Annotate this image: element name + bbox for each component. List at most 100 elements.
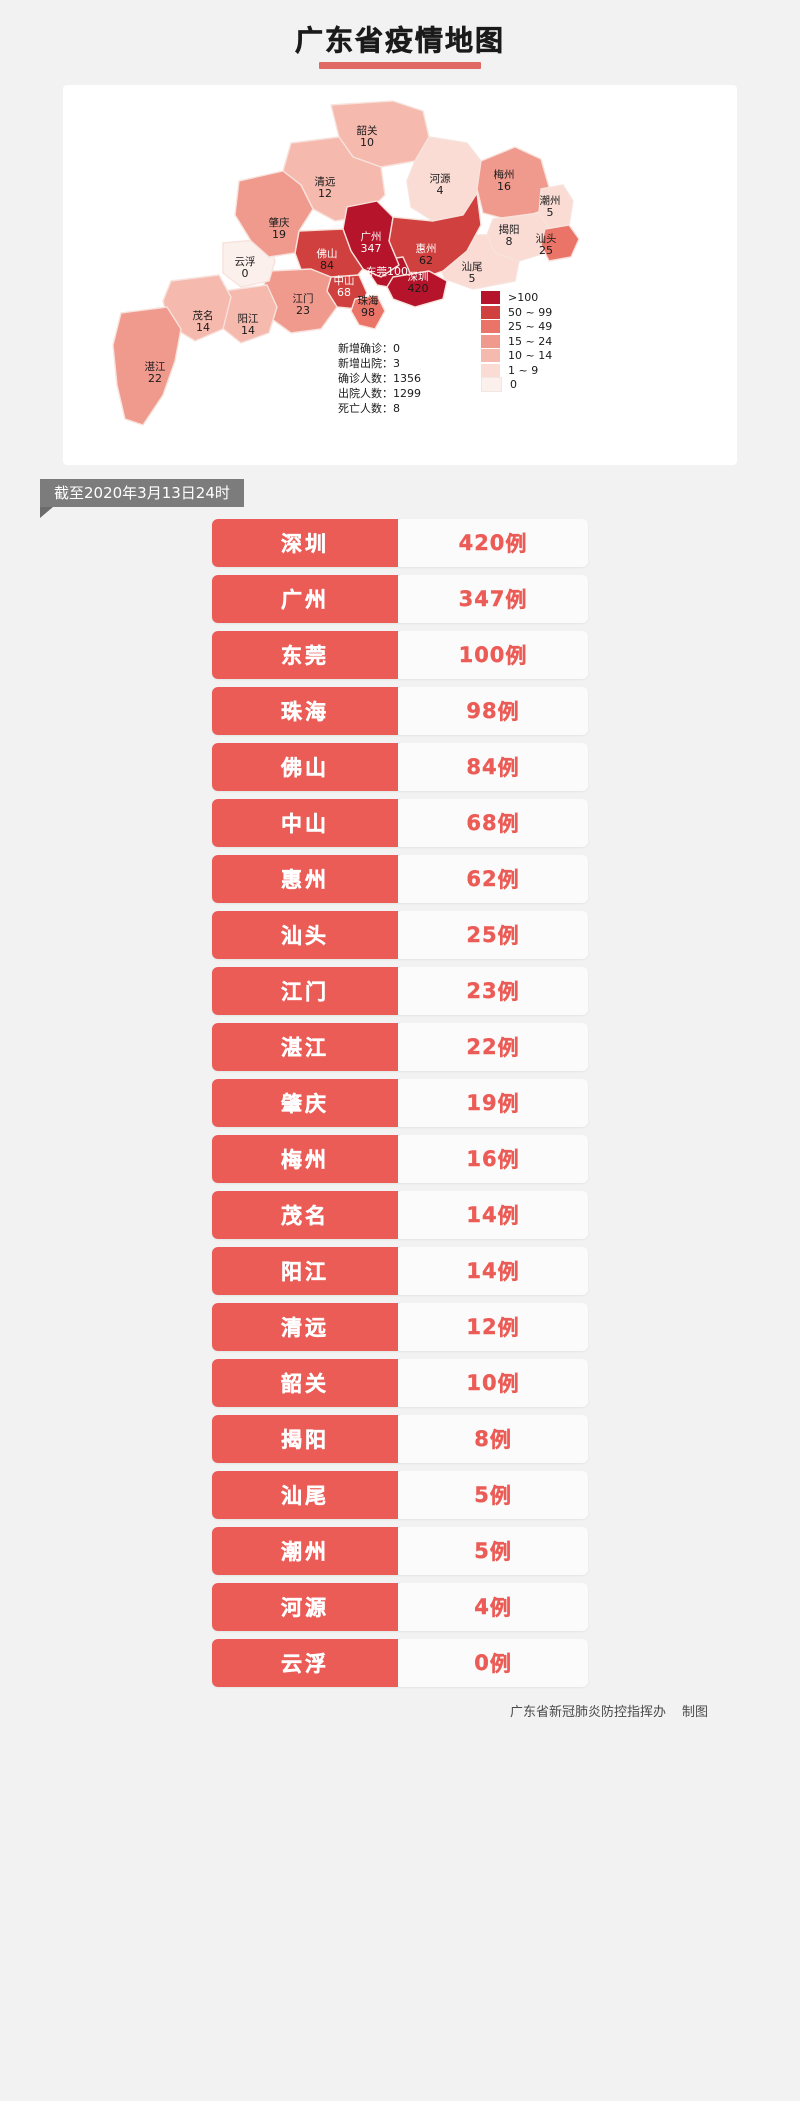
legend-item: 1 ~ 9	[481, 363, 601, 378]
rank-city-count: 16 例	[398, 1134, 588, 1183]
stat-value: 0	[393, 341, 400, 355]
rank-count-number: 14	[466, 1258, 498, 1283]
header: 广东省疫情地图	[40, 10, 760, 69]
rank-count-number: 420	[458, 530, 506, 555]
rank-count-number: 25	[466, 922, 498, 947]
rank-city-count: 4例	[398, 1582, 588, 1631]
rank-city-count: 5例	[398, 1526, 588, 1575]
stat-value: 3	[393, 356, 400, 370]
rank-count-unit: 例	[505, 531, 528, 556]
rank-count-unit: 例	[505, 587, 528, 612]
rank-city-count: 12 例	[398, 1302, 588, 1351]
rank-city-name: 惠州	[212, 854, 398, 903]
rank-city-name: 阳江	[212, 1246, 398, 1295]
legend-label: 25 ~ 49	[508, 320, 553, 334]
legend-item: 50 ~ 99	[481, 305, 601, 320]
legend-label: 1 ~ 9	[508, 363, 539, 377]
legend-swatch-icon	[481, 305, 500, 319]
map-container: 韶关 10 清远 12 河源 4 梅州 16 潮州 5 揭阳 8 汕头 25 肇…	[63, 85, 737, 465]
legend-swatch-icon	[481, 334, 500, 348]
rank-city-name: 清远	[212, 1302, 398, 1351]
legend-swatch-icon	[481, 349, 500, 363]
legend-item: >100	[481, 291, 601, 306]
rank-count-unit: 例	[489, 1483, 512, 1508]
stat-label: 死亡人数：	[338, 401, 393, 415]
rank-city-name: 云浮	[212, 1638, 398, 1687]
stat-value: 8	[393, 401, 400, 415]
legend-label: 10 ~ 14	[508, 349, 553, 363]
rank-city-count: 68 例	[398, 798, 588, 847]
rank-count-number: 5	[474, 1538, 490, 1563]
rank-count-unit: 例	[497, 1371, 520, 1396]
rank-count-unit: 例	[497, 1035, 520, 1060]
rank-city-name: 江门	[212, 966, 398, 1015]
rank-count-unit: 例	[497, 1091, 520, 1116]
rank-city-count: 5例	[398, 1470, 588, 1519]
legend-label: >100	[508, 291, 539, 305]
rank-city-count: 98 例	[398, 686, 588, 735]
rank-city-count: 14 例	[398, 1190, 588, 1239]
rank-city-name: 茂名	[212, 1190, 398, 1239]
rank-city-name: 珠海	[212, 686, 398, 735]
rank-city-name: 湛江	[212, 1022, 398, 1071]
rank-count-unit: 例	[497, 699, 520, 724]
rank-count-unit: 例	[497, 1259, 520, 1284]
table-row: 汕头 25 例	[212, 910, 588, 959]
rank-city-name: 东莞	[212, 630, 398, 679]
stat-label: 新增确诊：	[338, 341, 393, 355]
footer-source: 广东省新冠肺炎防控指挥办	[509, 1704, 666, 1720]
legend-item: 10 ~ 14	[481, 349, 601, 364]
table-row: 韶关 10 例	[212, 1358, 588, 1407]
rank-city-name: 汕头	[212, 910, 398, 959]
rank-count-number: 5	[474, 1482, 490, 1507]
rank-city-name: 中山	[212, 798, 398, 847]
table-row: 肇庆 19 例	[212, 1078, 588, 1127]
rank-count-unit: 例	[497, 1203, 520, 1228]
rank-count-unit: 例	[489, 1427, 512, 1452]
date-banner-wrapper: 截至2020年3月13日24时	[40, 478, 760, 519]
stat-deaths: 死亡人数：8	[338, 401, 421, 416]
rank-city-count: 25 例	[398, 910, 588, 959]
rank-count-number: 8	[474, 1426, 490, 1451]
table-row: 潮州 5例	[212, 1526, 588, 1575]
rank-city-name: 汕尾	[212, 1470, 398, 1519]
table-row: 梅州 16 例	[212, 1134, 588, 1183]
rank-city-count: 8例	[398, 1414, 588, 1463]
stat-label: 新增出院：	[338, 356, 393, 370]
rank-city-name: 韶关	[212, 1358, 398, 1407]
table-row: 深圳 420 例	[212, 518, 588, 567]
rank-count-unit: 例	[505, 643, 528, 668]
rank-city-name: 梅州	[212, 1134, 398, 1183]
rank-count-unit: 例	[497, 1315, 520, 1340]
rank-count-unit: 例	[489, 1595, 512, 1620]
rank-count-unit: 例	[497, 923, 520, 948]
rank-city-name: 揭阳	[212, 1414, 398, 1463]
date-banner: 截至2020年3月13日24时	[40, 478, 244, 507]
table-row: 云浮 0例	[212, 1638, 588, 1687]
rank-count-unit: 例	[489, 1539, 512, 1564]
table-row: 佛山 84 例	[212, 742, 588, 791]
rank-city-count: 10 例	[398, 1358, 588, 1407]
map-statistics: 新增确诊：0 新增出院：3 确诊人数：1356 出院人数：1299 死亡人数：8	[338, 341, 421, 416]
rank-city-count: 0例	[398, 1638, 588, 1687]
legend-swatch-icon	[481, 363, 500, 377]
rank-count-number: 22	[466, 1034, 498, 1059]
rank-count-unit: 例	[497, 811, 520, 836]
legend-item: 0	[481, 377, 601, 393]
rank-count-number: 14	[466, 1202, 498, 1227]
table-row: 茂名 14 例	[212, 1190, 588, 1239]
city-ranking-list: 深圳 420 例 广州 347 例 东莞 100 例 珠海 98 例 佛山 84 例 中山…	[212, 518, 588, 1687]
legend-swatch-icon	[481, 291, 500, 305]
date-banner-tail-icon	[40, 506, 53, 518]
stat-label: 出院人数：	[338, 386, 393, 400]
stat-value: 1356	[393, 371, 421, 385]
footer-credit: 制图	[681, 1704, 708, 1720]
table-row: 湛江 22 例	[212, 1022, 588, 1071]
stat-new-discharged: 新增出院：3	[338, 356, 421, 371]
table-row: 揭阳 8例	[212, 1414, 588, 1463]
stat-new-confirmed: 新增确诊：0	[338, 341, 421, 356]
stat-total-discharged: 出院人数：1299	[338, 386, 421, 401]
footer: 广东省新冠肺炎防控指挥办 制图	[40, 1701, 760, 1720]
table-row: 河源 4例	[212, 1582, 588, 1631]
rank-city-name: 深圳	[212, 518, 398, 567]
